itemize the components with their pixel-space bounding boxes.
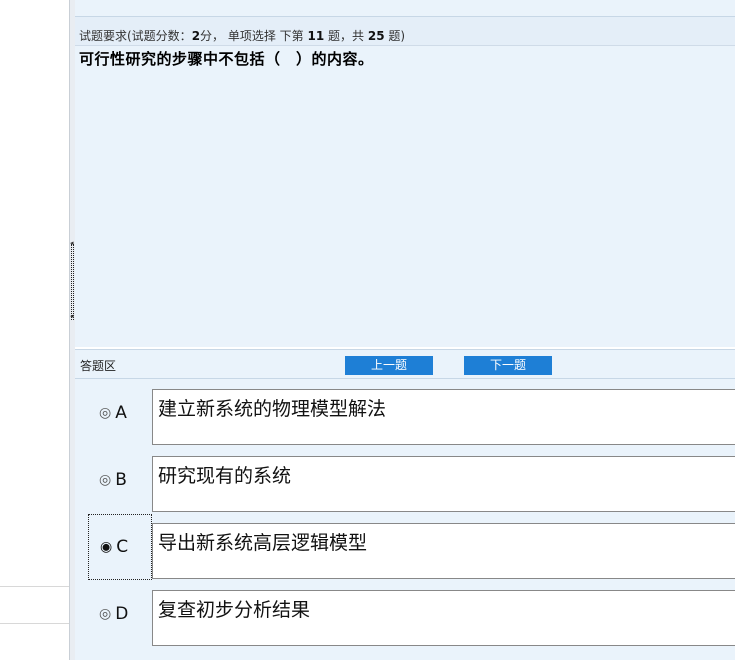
option-row-b: ◎ B 研究现有的系统 [75, 446, 735, 514]
requirement-prefix: 试题要求(试题分数： [79, 29, 192, 43]
question-requirement: 试题要求(试题分数：2分， 单项选择 下第 11 题，共 25 题) [79, 27, 405, 44]
radio-unchecked-icon: ◎ [99, 405, 112, 421]
option-row-d: ◎ D 复查初步分析结果 [75, 580, 735, 648]
answer-area-label: 答题区 [80, 359, 117, 373]
option-c-text[interactable]: 导出新系统高层逻辑模型 [152, 523, 735, 579]
splitter-expand-icon[interactable]: ◂ [70, 313, 74, 320]
question-top-strip [75, 0, 735, 17]
option-letter: B [115, 470, 127, 490]
option-d-text[interactable]: 复查初步分析结果 [152, 590, 735, 646]
radio-unchecked-icon: ◎ [99, 606, 112, 622]
option-letter: C [116, 537, 129, 557]
question-text: 可行性研究的步骤中不包括（ ）的内容。 [79, 50, 374, 68]
question-number: 11 [307, 29, 325, 43]
next-question-button[interactable]: 下一题 [464, 356, 552, 375]
answer-area-header: 答题区 上一题 下一题 [75, 349, 735, 379]
option-row-a: ◎ A 建立新系统的物理模型解法 [75, 379, 735, 447]
left-divider-1 [0, 586, 69, 587]
option-row-c: ◉ C 导出新系统高层逻辑模型 [75, 513, 735, 581]
left-divider-2 [0, 623, 69, 624]
left-pane [0, 0, 69, 660]
prev-question-button[interactable]: 上一题 [345, 356, 433, 375]
option-d-radio[interactable]: ◎ D [88, 581, 152, 647]
radio-unchecked-icon: ◎ [99, 472, 112, 488]
option-b-radio[interactable]: ◎ B [88, 447, 152, 513]
question-score: 2 [191, 29, 201, 43]
question-total: 25 [367, 29, 385, 43]
answer-options: ◎ A 建立新系统的物理模型解法 ◎ B 研究现有的系统 ◉ C 导出新系统高层… [75, 379, 735, 660]
requirement-suffix: 题) [384, 29, 406, 43]
question-area: 试题要求(试题分数：2分， 单项选择 下第 11 题，共 25 题) 可行性研究… [75, 0, 735, 347]
splitter-grip-handle[interactable] [71, 244, 74, 320]
radio-checked-icon: ◉ [100, 539, 113, 555]
option-c-radio[interactable]: ◉ C [88, 514, 152, 580]
option-b-text[interactable]: 研究现有的系统 [152, 456, 735, 512]
option-a-text[interactable]: 建立新系统的物理模型解法 [152, 389, 735, 445]
option-a-radio[interactable]: ◎ A [88, 380, 152, 446]
requirement-mid: 分， 单项选择 下第 [200, 29, 308, 43]
option-letter: D [115, 604, 129, 624]
requirement-mid2: 题，共 [324, 29, 368, 43]
option-letter: A [115, 403, 127, 423]
